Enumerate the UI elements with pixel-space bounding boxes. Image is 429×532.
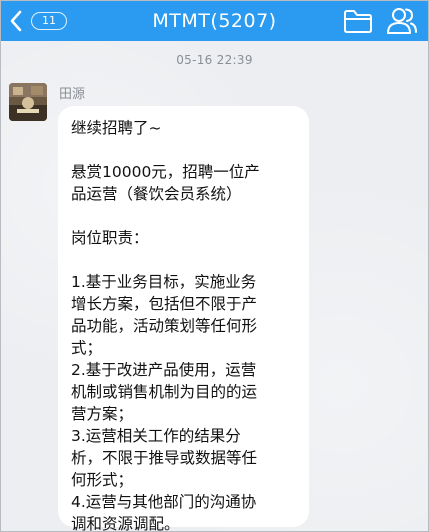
message-line: 增长方案，包括但不限于产 <box>71 295 258 313</box>
message-line: 4.运营与其他部门的沟通协 <box>71 493 257 511</box>
chat-window: 11 MTMT(5207) 05-16 22:39 田源 继续招聘了~ 悬赏10… <box>0 0 429 532</box>
message-line: 3.运营相关工作的结果分 <box>71 427 241 445</box>
group-members-icon <box>386 8 418 40</box>
message-line: 悬赏10000元，招聘一位产 <box>71 163 260 181</box>
message-line: 何形式； <box>71 471 134 489</box>
message-line: 品功能，活动策划等任何形 <box>71 317 258 335</box>
avatar[interactable] <box>9 83 47 121</box>
chevron-left-icon <box>9 10 23 36</box>
message-line: 2.基于改进产品使用，运营 <box>71 361 257 379</box>
message-line: 继续招聘了~ <box>71 119 162 137</box>
message-timestamp: 05-16 22:39 <box>176 53 253 67</box>
back-button[interactable]: 11 <box>7 8 73 34</box>
message-line: 调和资源调配。 <box>71 515 180 532</box>
top-bar: 11 MTMT(5207) <box>1 1 428 41</box>
message-line: 机制或销售机制为目的的运 <box>71 383 258 401</box>
group-members-button[interactable] <box>386 6 418 36</box>
message-line: 岗位职责： <box>71 229 149 247</box>
message-line: 营方案； <box>71 405 134 423</box>
message-line: 1.基于业务目标，实施业务 <box>71 273 257 291</box>
message-line: 式； <box>71 339 103 357</box>
message-list[interactable]: 05-16 22:39 田源 继续招聘了~ 悬赏10000元，招聘一位产 品运营… <box>1 41 428 531</box>
folder-icon <box>343 10 373 38</box>
sender-name: 田源 <box>59 87 86 102</box>
unread-count-badge: 11 <box>31 12 67 30</box>
message-bubble[interactable]: 继续招聘了~ 悬赏10000元，招聘一位产 品运营（餐饮会员系统） 岗位职责： … <box>58 106 309 531</box>
message-line: 析，不限于推导或数据等任 <box>71 449 258 467</box>
message-line: 品运营（餐饮会员系统） <box>71 185 242 203</box>
folder-button[interactable] <box>343 8 373 34</box>
